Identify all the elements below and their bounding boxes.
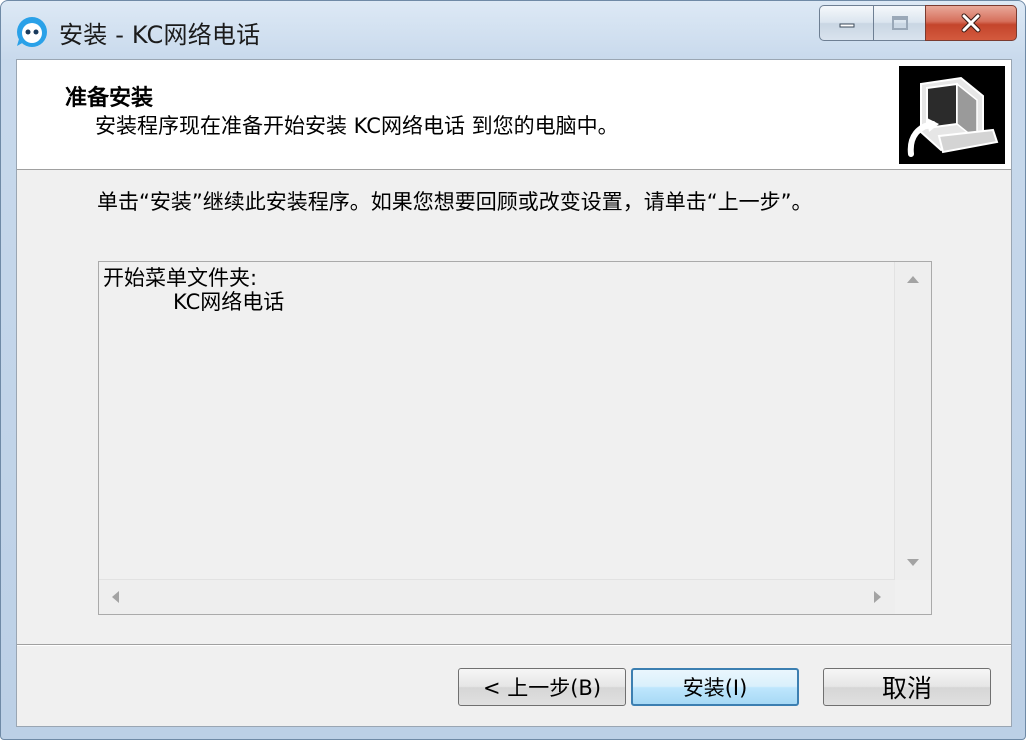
minimize-icon [839, 23, 854, 28]
back-button[interactable]: < 上一步(B) [458, 668, 626, 706]
computer-install-icon [899, 66, 1005, 164]
wizard-header: 准备安装 安装程序现在准备开始安装 KC网络电话 到您的电脑中。 [17, 60, 1011, 170]
maximize-icon [891, 16, 908, 30]
window-title: 安装 - KC网络电话 [59, 21, 261, 49]
maximize-button[interactable] [873, 5, 925, 41]
scroll-up-icon[interactable] [907, 276, 919, 283]
vertical-scrollbar[interactable] [894, 262, 931, 580]
button-divider [17, 644, 1011, 646]
close-icon [961, 13, 981, 33]
page-title: 准备安装 [65, 86, 154, 111]
title-bar[interactable]: 安装 - KC网络电话 [1, 1, 1025, 59]
scrollbar-corner [895, 580, 931, 614]
installer-window: 安装 - KC网络电话 准备安装 安装程序现在准备开始安装 KC网络电话 到您的… [0, 0, 1026, 740]
memo-content: 开始菜单文件夹: KC网络电话 [103, 266, 284, 314]
intro-text: 单击“安装”继续此安装程序。如果您想要回顾或改变设置，请单击“上一步”。 [97, 190, 813, 214]
caption-buttons [819, 5, 1017, 43]
scroll-down-icon[interactable] [907, 559, 919, 566]
wizard-client-area: 准备安装 安装程序现在准备开始安装 KC网络电话 到您的电脑中。 单击“安装”继… [16, 59, 1012, 727]
ready-memo[interactable]: 开始菜单文件夹: KC网络电话 [98, 261, 932, 615]
minimize-button[interactable] [819, 5, 873, 41]
close-button[interactable] [925, 5, 1017, 41]
install-button[interactable]: 安装(I) [631, 668, 799, 706]
cancel-button[interactable]: 取消 [823, 668, 991, 706]
scroll-right-icon[interactable] [874, 591, 881, 603]
memo-line-folder-name: KC网络电话 [173, 290, 285, 314]
horizontal-scrollbar[interactable] [99, 579, 895, 614]
scroll-left-icon[interactable] [112, 591, 119, 603]
page-subtitle: 安装程序现在准备开始安装 KC网络电话 到您的电脑中。 [95, 114, 619, 138]
memo-line-start-menu-folder: 开始菜单文件夹: [103, 266, 258, 290]
app-logo-icon [17, 17, 47, 47]
